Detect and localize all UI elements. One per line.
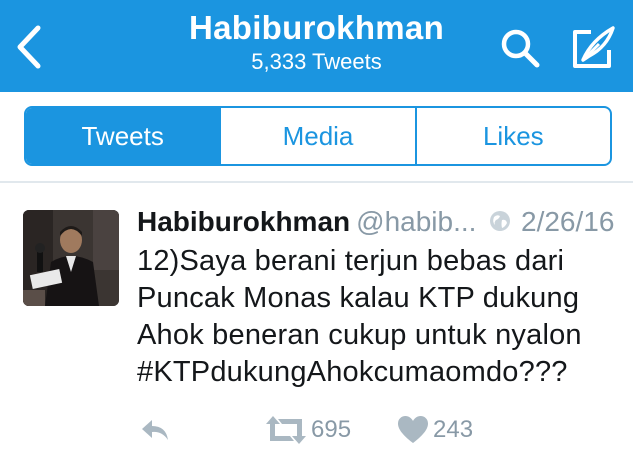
- retweet-icon: [266, 416, 306, 444]
- tweet-text: 12)Saya berani terjun bebas dari Puncak …: [137, 243, 629, 391]
- heart-icon: [398, 416, 428, 443]
- retweet-count: 695: [311, 416, 352, 443]
- tweet-actions: 695 243: [0, 410, 633, 450]
- like-button[interactable]: [397, 415, 429, 445]
- avatar[interactable]: [23, 210, 119, 306]
- search-icon: [501, 29, 540, 68]
- tweet-text-line: Ahok beneran cukup untuk nyalon: [137, 319, 582, 351]
- tab-likes[interactable]: Likes: [414, 108, 610, 164]
- compose-icon: [573, 26, 615, 68]
- compose-button[interactable]: [569, 24, 617, 72]
- author-handle: @habib...: [356, 206, 477, 237]
- tweet-date[interactable]: 2/26/16: [521, 205, 614, 239]
- divider: [0, 181, 633, 183]
- profile-tabs: Tweets Media Likes: [24, 106, 612, 166]
- tweet-hashtag[interactable]: #KTPdukungAhokcumaomdo???: [137, 354, 629, 391]
- tweet-author[interactable]: Habiburokhman @habib...: [137, 205, 476, 239]
- globe-icon: [489, 210, 511, 232]
- retweet-button[interactable]: [264, 414, 308, 446]
- tweet-text-line: 12)Saya berani terjun bebas dari: [137, 245, 565, 277]
- tab-media[interactable]: Media: [219, 108, 414, 164]
- reply-icon: [142, 420, 168, 440]
- tweet-text-line: Puncak Monas kalau KTP dukung: [137, 282, 580, 314]
- search-button[interactable]: [498, 26, 544, 72]
- reply-button[interactable]: [138, 416, 170, 444]
- profile-header: Habiburokhman 5,333 Tweets: [0, 0, 633, 92]
- tab-tweets[interactable]: Tweets: [26, 108, 220, 164]
- author-name: Habiburokhman: [137, 206, 351, 237]
- like-count: 243: [433, 416, 474, 443]
